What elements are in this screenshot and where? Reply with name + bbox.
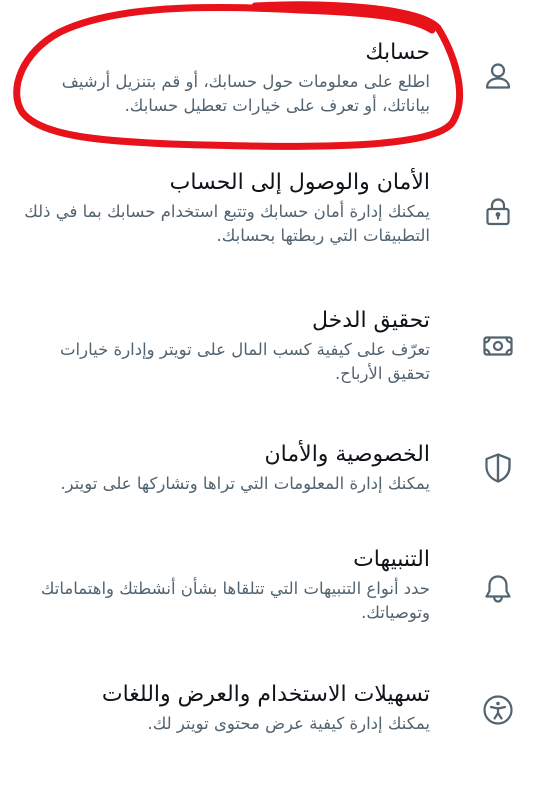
bell-icon <box>482 573 514 605</box>
setting-title: تحقيق الدخل <box>311 308 430 333</box>
setting-description: تعرّف على كيفية كسب المال على تويتر وإدا… <box>60 340 430 383</box>
setting-title: الأمان والوصول إلى الحساب <box>169 170 430 195</box>
setting-text: تسهيلات الاستخدام والعرض واللغات يمكنك إ… <box>18 680 430 736</box>
setting-description: يمكنك إدارة أمان حسابك وتتبع استخدام حسا… <box>24 202 430 245</box>
setting-description: يمكنك إدارة المعلومات التي تراها وتشاركه… <box>60 474 430 493</box>
setting-title: التنبيهات <box>353 547 430 572</box>
setting-text: تحقيق الدخل تعرّف على كيفية كسب المال عل… <box>18 306 430 386</box>
setting-description: حدد أنواع التنبيهات التي تتلقاها بشأن أن… <box>40 579 430 622</box>
lock-icon <box>482 196 514 228</box>
setting-title: تسهيلات الاستخدام والعرض واللغات <box>101 682 430 707</box>
settings-list: حسابك اطلع على معلومات حول حسابك، أو قم … <box>0 0 536 766</box>
money-icon <box>482 330 514 362</box>
setting-privacy-and-safety[interactable]: الخصوصية والأمان يمكنك إدارة المعلومات ا… <box>0 440 536 550</box>
setting-title: الخصوصية والأمان <box>264 442 431 467</box>
setting-title: حسابك <box>365 40 430 65</box>
setting-monetization[interactable]: تحقيق الدخل تعرّف على كيفية كسب المال عل… <box>0 306 536 416</box>
setting-notifications[interactable]: التنبيهات حدد أنواع التنبيهات التي تتلقا… <box>0 545 536 655</box>
setting-accessibility-display-languages[interactable]: تسهيلات الاستخدام والعرض واللغات يمكنك إ… <box>0 680 536 790</box>
accessibility-icon <box>482 694 514 726</box>
setting-text: حسابك اطلع على معلومات حول حسابك، أو قم … <box>18 38 430 118</box>
setting-text: الخصوصية والأمان يمكنك إدارة المعلومات ا… <box>18 440 430 496</box>
setting-your-account[interactable]: حسابك اطلع على معلومات حول حسابك، أو قم … <box>0 38 536 148</box>
setting-description: اطلع على معلومات حول حسابك، أو قم بتنزيل… <box>61 72 430 115</box>
setting-description: يمكنك إدارة كيفية عرض محتوى تويتر لك. <box>147 714 430 733</box>
setting-security-and-account-access[interactable]: الأمان والوصول إلى الحساب يمكنك إدارة أم… <box>0 168 536 278</box>
setting-text: الأمان والوصول إلى الحساب يمكنك إدارة أم… <box>18 168 430 248</box>
shield-icon <box>482 452 514 484</box>
person-icon <box>482 60 514 92</box>
setting-text: التنبيهات حدد أنواع التنبيهات التي تتلقا… <box>18 545 430 625</box>
